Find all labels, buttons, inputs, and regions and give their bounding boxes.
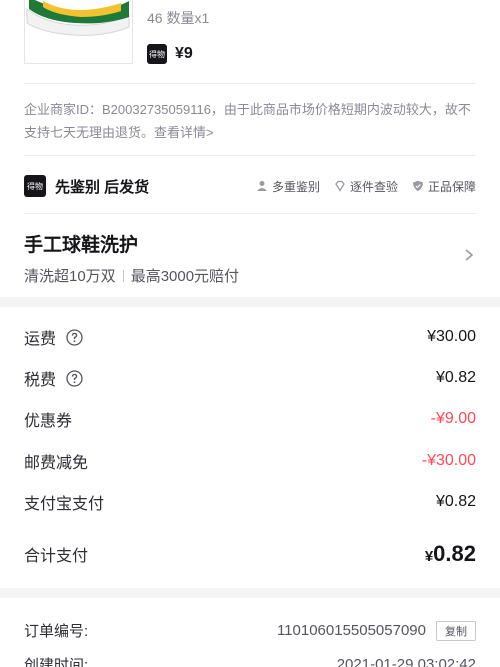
diamond-icon — [335, 180, 345, 192]
chevron-right-icon[interactable] — [462, 248, 476, 262]
alipay-value: ¥0.82 — [435, 493, 476, 510]
auth-features: 多重鉴别 逐件查验 正品保障 — [256, 178, 476, 195]
alipay-label: 支付宝支付 — [24, 496, 105, 513]
coupon-row: 优惠券 -¥9.00 — [24, 408, 476, 430]
order-info-card: 订单编号: 110106015505057090 复制 创建时间: 2021-0… — [0, 598, 500, 667]
order-number-label: 订单编号: — [24, 623, 89, 640]
tax-row: 税费 ¥0.82 — [24, 367, 476, 389]
product-thumbnail[interactable] — [24, 0, 133, 64]
separator — [122, 269, 124, 282]
order-number-row: 订单编号: 110106015505057090 复制 — [24, 620, 476, 641]
platform-logo: 得物 — [147, 44, 167, 64]
divider — [24, 213, 476, 214]
help-icon[interactable] — [66, 369, 83, 387]
divider — [24, 155, 476, 156]
care-subtitle: 清洗超10万双 最高3000元赔付 — [24, 268, 240, 285]
care-title: 手工球鞋洗护 — [24, 235, 139, 256]
product-spec: 46 数量x1 — [147, 10, 210, 26]
person-icon — [256, 181, 267, 191]
shipping-fee-label: 运费 — [24, 331, 57, 348]
order-number-value: 110106015505057090 — [276, 622, 426, 639]
coupon-label: 优惠券 — [24, 413, 73, 430]
shipping-fee-value: ¥30.00 — [427, 328, 476, 345]
alipay-row: 支付宝支付 ¥0.82 — [24, 491, 476, 513]
copy-button[interactable]: 复制 — [436, 620, 476, 641]
tax-label: 税费 — [24, 372, 57, 389]
sneaker-image — [26, 0, 130, 36]
total-row: 合计支付 ¥0.82 — [24, 540, 476, 568]
platform-logo: 得物 — [24, 175, 46, 197]
shipping-fee-row: 运费 ¥30.00 — [24, 326, 476, 348]
total-value: ¥0.82 — [424, 541, 476, 566]
product-price: ¥9 — [175, 45, 193, 62]
feature-item-check: 逐件查验 — [334, 178, 398, 195]
total-label: 合计支付 — [24, 548, 89, 565]
feature-multi-auth: 多重鉴别 — [256, 178, 320, 195]
divider — [24, 83, 476, 84]
feature-genuine-guarantee: 正品保障 — [412, 178, 476, 195]
help-icon[interactable] — [66, 328, 83, 346]
view-details-link[interactable]: 查看详情> — [154, 125, 214, 140]
shield-icon — [412, 180, 423, 192]
sneaker-care-service[interactable]: 手工球鞋洗护 清洗超10万双 最高3000元赔付 — [24, 230, 476, 286]
fee-breakdown-card: 运费 ¥30.00 税费 ¥0.82 优惠券 -¥9.00 邮费减免 -¥30.… — [0, 307, 500, 588]
created-time-row: 创建时间: 2021-01-29 03:02:42 — [24, 654, 476, 667]
created-time-label: 创建时间: — [24, 657, 89, 667]
return-policy-notice: 企业商家ID：B20032735059116，由于此商品市场价格短期内波动较大，… — [24, 98, 476, 144]
postage-discount-row: 邮费减免 -¥30.00 — [24, 450, 476, 472]
coupon-value: -¥9.00 — [430, 410, 476, 427]
tax-value: ¥0.82 — [435, 369, 476, 386]
order-summary-card: 46 数量x1 得物 ¥9 企业商家ID：B20032735059116，由于此… — [0, 0, 500, 297]
postage-discount-value: -¥30.00 — [421, 452, 476, 469]
postage-discount-label: 邮费减免 — [24, 455, 89, 472]
product-price-row: 得物 ¥9 — [147, 44, 193, 64]
auth-title: 先鉴别 后发货 — [55, 178, 150, 196]
notice-text: 企业商家ID：B20032735059116，由于此商品市场价格短期内波动较大，… — [24, 102, 471, 140]
authentication-banner[interactable]: 得物 先鉴别 后发货 多重鉴别 逐件查验 正品保障 — [24, 172, 476, 200]
created-time-value: 2021-01-29 03:02:42 — [336, 656, 476, 667]
